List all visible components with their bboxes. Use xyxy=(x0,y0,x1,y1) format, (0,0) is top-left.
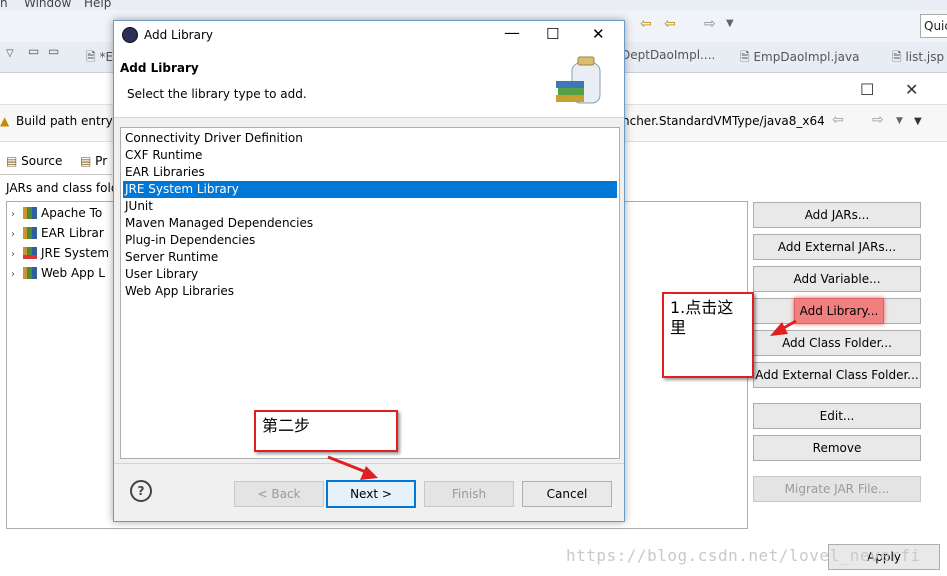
dialog-header-title: Add Library xyxy=(120,61,199,75)
annotation-step2: 第二步 xyxy=(254,410,398,452)
forward-arrow-icon[interactable]: ⇨ xyxy=(872,112,884,128)
library-banner-icon xyxy=(556,56,601,104)
dropdown-icon[interactable]: ▼ xyxy=(726,18,734,29)
back-nav-icon[interactable]: ⇦ xyxy=(640,16,652,32)
jre-path-text: ncher.StandardVMType/java8_x64 xyxy=(622,114,825,128)
menu-item-help[interactable]: Help xyxy=(84,0,111,10)
add-library-button[interactable]: Add Library... xyxy=(794,298,884,324)
dialog-header-subtitle: Select the library type to add. xyxy=(127,87,307,101)
list-item[interactable]: Server Runtime xyxy=(123,249,617,266)
chevron-right-icon[interactable]: › xyxy=(11,225,21,245)
editor-tab-e[interactable]: 🗎 *E xyxy=(86,48,113,69)
list-item[interactable]: Connectivity Driver Definition xyxy=(123,130,617,147)
chevron-right-icon[interactable]: › xyxy=(11,265,21,285)
dialog-header: Add Library Select the library type to a… xyxy=(114,51,624,118)
list-item[interactable]: EAR Libraries xyxy=(123,164,617,181)
chevron-right-icon[interactable]: › xyxy=(11,245,21,265)
editor-tab-label: *E xyxy=(99,50,114,64)
library-error-icon xyxy=(23,247,37,259)
minimize-icon[interactable]: — xyxy=(504,23,520,42)
tab-projects[interactable]: ▤ Pr xyxy=(80,154,107,168)
jars-label: JARs and class fold xyxy=(6,181,119,195)
forward-nav-icon[interactable]: ⇦ xyxy=(664,16,676,32)
build-path-label: Build path entry xyxy=(16,114,113,128)
add-jars-button[interactable]: Add JARs... xyxy=(753,202,921,228)
tab-source-label: Source xyxy=(21,154,63,168)
cancel-button[interactable]: Cancel xyxy=(522,481,612,507)
tab-source[interactable]: ▤ Source xyxy=(6,154,62,168)
library-icon xyxy=(23,227,37,239)
tree-item-label: EAR Librar xyxy=(41,226,104,240)
tree-item-jre-system[interactable]: › JRE System xyxy=(11,243,109,263)
next-button[interactable]: Next > xyxy=(326,480,416,508)
view-menu-icon[interactable]: ▽ xyxy=(6,48,14,59)
tree-item-apache-tomcat[interactable]: › Apache To xyxy=(11,203,102,223)
edit-button[interactable]: Edit... xyxy=(753,403,921,429)
tree-item-label: JRE System xyxy=(41,246,110,260)
maximize-window-icon[interactable]: ☐ xyxy=(860,80,874,99)
tree-item-ear-libraries[interactable]: › EAR Librar xyxy=(11,223,104,243)
tree-item-label: Web App L xyxy=(41,266,105,280)
list-item[interactable]: CXF Runtime xyxy=(123,147,617,164)
next-edit-icon[interactable]: ⇨ xyxy=(704,16,716,32)
history-dropdown-icon[interactable]: ▼ xyxy=(896,116,903,126)
maximize-icon[interactable]: ☐ xyxy=(546,25,559,43)
add-external-class-folder-button[interactable]: Add External Class Folder... xyxy=(753,362,921,388)
minimize-icon[interactable]: ▭ xyxy=(28,44,39,58)
annotation-step1: 1.点击这里 xyxy=(662,292,754,378)
watermark-text: https://blog.csdn.net/lovel_neverfi xyxy=(566,546,921,565)
help-icon[interactable]: ? xyxy=(130,480,152,502)
back-button[interactable]: < Back xyxy=(234,481,324,507)
tree-item-label: Apache To xyxy=(41,206,103,220)
menu-bar: n Window Help xyxy=(0,0,947,10)
editor-tab-label: EmpDaoImpl.java xyxy=(753,50,860,64)
close-window-icon[interactable]: ✕ xyxy=(905,80,918,99)
list-item-selected[interactable]: JRE System Library xyxy=(123,181,617,198)
menu-item-n[interactable]: n xyxy=(0,0,8,10)
eclipse-icon xyxy=(122,27,138,43)
finish-button[interactable]: Finish xyxy=(424,481,514,507)
list-item[interactable]: Maven Managed Dependencies xyxy=(123,215,617,232)
warning-icon: ▲ xyxy=(0,114,10,128)
dialog-title: Add Library xyxy=(144,28,214,42)
library-icon xyxy=(23,267,37,279)
maximize-icon[interactable]: ▭ xyxy=(48,44,59,58)
dialog-title-bar: Add Library — ☐ ✕ xyxy=(114,21,624,51)
editor-tab-empdaoimpl[interactable]: 🗎 EmpDaoImpl.java xyxy=(740,48,859,69)
dialog-footer: ? < Back Next > Finish Cancel xyxy=(114,463,624,522)
list-item[interactable]: JUnit xyxy=(123,198,617,215)
menu-item-window[interactable]: Window xyxy=(24,0,71,10)
editor-tab-label: list.jsp xyxy=(905,50,945,64)
add-variable-button[interactable]: Add Variable... xyxy=(753,266,921,292)
add-external-jars-button[interactable]: Add External JARs... xyxy=(753,234,921,260)
list-item[interactable]: Plug-in Dependencies xyxy=(123,232,617,249)
editor-tab-deptdaoimpl[interactable]: DeptDaoImpl.... xyxy=(621,48,715,62)
tree-item-web-app[interactable]: › Web App L xyxy=(11,263,105,283)
chevron-right-icon[interactable]: › xyxy=(11,205,21,225)
quick-access-input[interactable]: Quic xyxy=(920,14,947,38)
migrate-jar-button[interactable]: Migrate JAR File... xyxy=(753,476,921,502)
editor-tab-listjsp[interactable]: 🗎 list.jsp xyxy=(892,48,944,69)
remove-button[interactable]: Remove xyxy=(753,435,921,461)
list-item[interactable]: Web App Libraries xyxy=(123,283,617,300)
menu-dropdown-icon[interactable]: ▼ xyxy=(914,116,922,127)
tab-projects-label: Pr xyxy=(95,154,108,168)
back-arrow-icon[interactable]: ⇦ xyxy=(832,112,844,128)
list-item[interactable]: User Library xyxy=(123,266,617,283)
library-icon xyxy=(23,207,37,219)
add-class-folder-button[interactable]: Add Class Folder... xyxy=(753,330,921,356)
close-icon[interactable]: ✕ xyxy=(592,25,605,43)
